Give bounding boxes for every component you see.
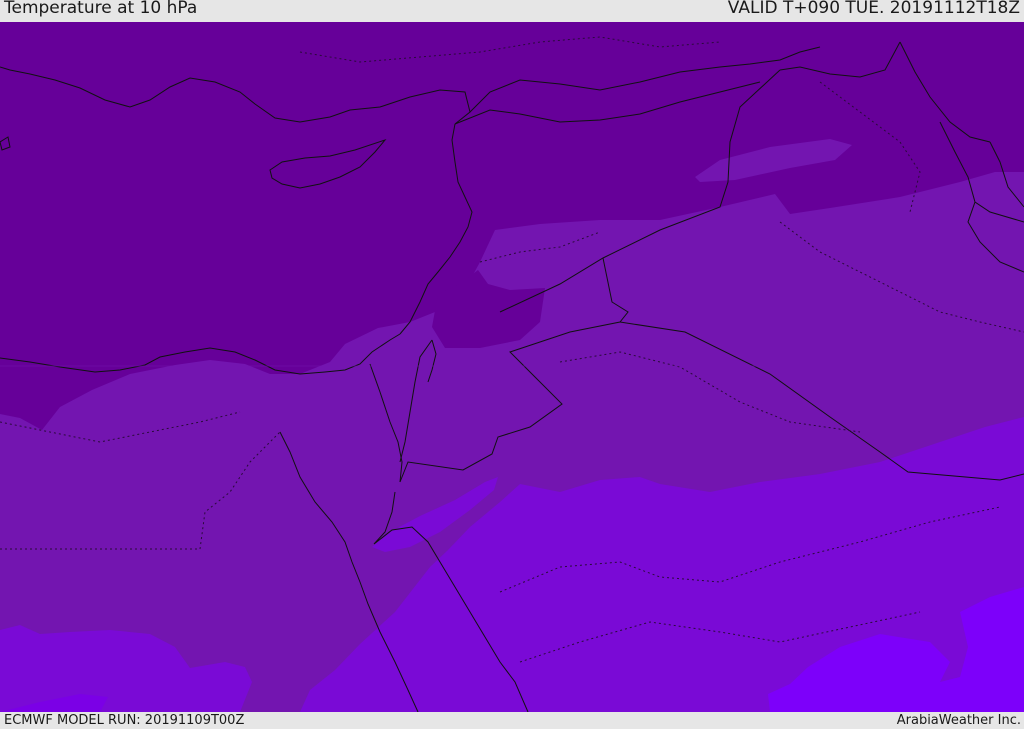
model-run-label: ECMWF MODEL RUN: 20191109T00Z bbox=[4, 713, 245, 728]
map-svg bbox=[0, 22, 1024, 712]
map-panel[interactable] bbox=[0, 22, 1024, 712]
footer-bar: ECMWF MODEL RUN: 20191109T00Z ArabiaWeat… bbox=[0, 712, 1024, 729]
brand-label: ArabiaWeather Inc. bbox=[896, 713, 1021, 728]
header-bar: Temperature at 10 hPa VALID T+090 TUE. 2… bbox=[0, 0, 1024, 22]
map-title: Temperature at 10 hPa bbox=[4, 0, 198, 18]
valid-time: VALID T+090 TUE. 20191112T18Z bbox=[727, 0, 1020, 18]
map-frame: Temperature at 10 hPa VALID T+090 TUE. 2… bbox=[0, 0, 1024, 729]
